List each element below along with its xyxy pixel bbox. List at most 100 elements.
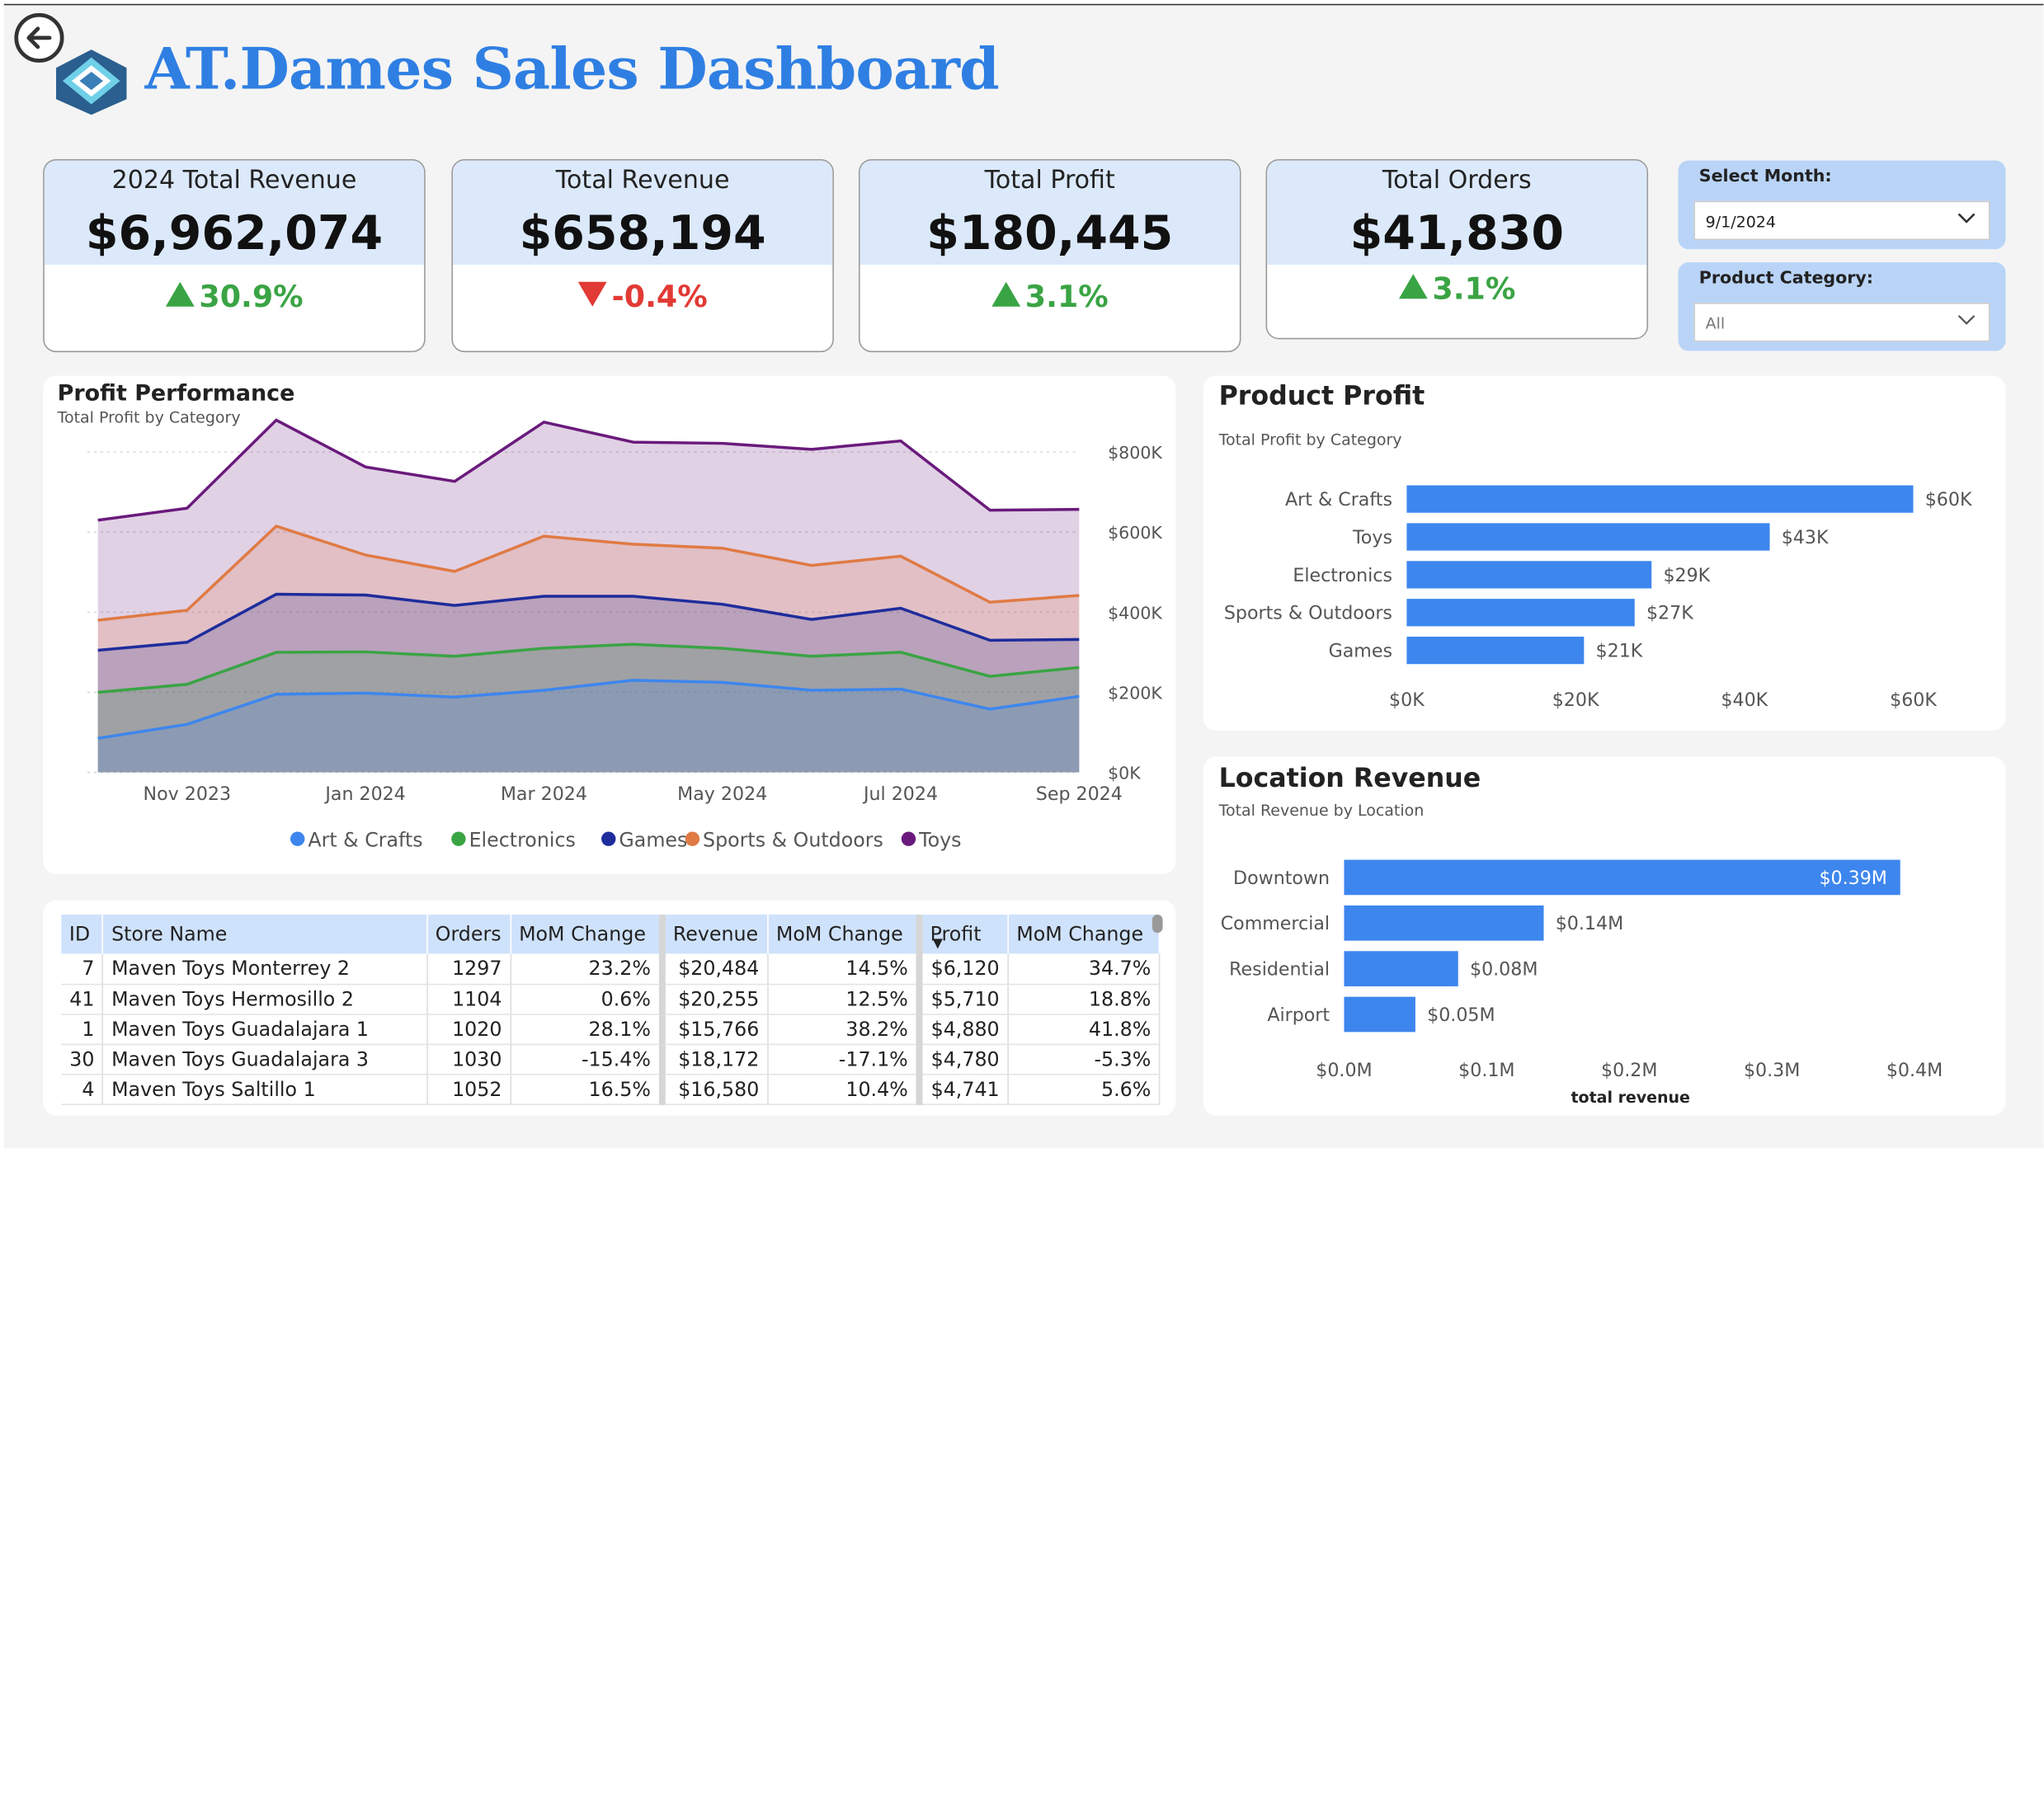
category-label: Sports & Outdoors xyxy=(1224,603,1392,624)
table-cell: $4,780 xyxy=(919,1043,1009,1075)
product-profit-bar-chart: Art & Crafts $60K Toys $43K Electronics $29K S… xyxy=(1224,485,1972,711)
kpi-value: $180,445 xyxy=(926,207,1174,261)
category-dropdown[interactable]: All xyxy=(1693,303,1990,342)
column-header-orders[interactable]: Orders xyxy=(426,914,511,954)
month-slicer-label: Select Month: xyxy=(1698,167,1832,187)
x-tick-label: $0.1M xyxy=(1458,1060,1514,1081)
x-tick-label: Mar 2024 xyxy=(501,783,587,805)
table-row[interactable]: 1 Maven Toys Guadalajara 1 1020 28.1% $15,76… xyxy=(61,1014,1161,1045)
kpi-change: 3.1% xyxy=(860,280,1240,314)
table-cell: $15,766 xyxy=(662,1014,769,1045)
column-header-profit[interactable]: Profit ▼ xyxy=(919,914,1009,954)
table-row[interactable]: 7 Maven Toys Monterrey 2 1297 23.2% $20,484 1… xyxy=(61,953,1161,985)
month-dropdown[interactable]: 9/1/2024 xyxy=(1693,200,1990,241)
column-header-profit-mom[interactable]: MoM Change xyxy=(1007,914,1161,954)
table-cell: Maven Toys Hermosillo 2 xyxy=(102,983,428,1015)
table-cell: $4,880 xyxy=(919,1014,1009,1045)
legend-label: Toys xyxy=(918,829,961,852)
table-cell: 10.4% xyxy=(767,1073,923,1105)
table-cell: 16.5% xyxy=(510,1073,666,1105)
legend-label: Sports & Outdoors xyxy=(703,829,883,852)
table-cell: Maven Toys Saltillo 1 xyxy=(102,1073,428,1105)
kpi-value: $41,830 xyxy=(1349,207,1565,261)
table-cell: -5.3% xyxy=(1007,1043,1161,1075)
column-header-revenue[interactable]: Revenue xyxy=(662,914,769,954)
table-cell: 1104 xyxy=(426,983,511,1015)
table-cell: $20,484 xyxy=(662,953,769,985)
bar[interactable] xyxy=(1406,637,1585,665)
table-header-row: ID Store Name Orders MoM Change Revenue … xyxy=(61,914,1161,954)
bar[interactable] xyxy=(1344,859,1900,896)
dashboard-canvas: AT.Dames Sales Dashboard 2024 Total Reve… xyxy=(3,3,2044,1149)
table-cell: $6,120 xyxy=(919,953,1009,985)
column-header-store-name[interactable]: Store Name xyxy=(102,914,428,954)
x-tick-label: $0.2M xyxy=(1601,1060,1657,1081)
data-label: $27K xyxy=(1646,603,1693,624)
legend-marker xyxy=(685,831,700,846)
profit-performance-card: Profit Performance Total Profit by Categ… xyxy=(43,375,1176,874)
column-header-revenue-mom[interactable]: MoM Change xyxy=(767,914,923,954)
bar[interactable] xyxy=(1344,905,1544,941)
legend-item-1[interactable]: Electronics xyxy=(451,829,576,852)
table-cell: $18,172 xyxy=(662,1043,769,1075)
data-label: $0.08M xyxy=(1470,959,1538,981)
category-label: Commercial xyxy=(1221,913,1330,934)
data-label: $0.05M xyxy=(1427,1004,1495,1026)
kpi-label: 2024 Total Revenue xyxy=(111,165,357,195)
bar[interactable] xyxy=(1406,561,1652,589)
x-tick-label: $0.3M xyxy=(1744,1060,1800,1081)
up-triangle-icon xyxy=(1398,274,1428,299)
column-header-id[interactable]: ID xyxy=(61,914,104,954)
category-label: Airport xyxy=(1267,1004,1330,1026)
table-cell: 30 xyxy=(61,1043,104,1075)
table-cell: 14.5% xyxy=(767,953,923,985)
legend-label: Electronics xyxy=(469,829,576,852)
kpi-change: -0.4% xyxy=(453,280,832,314)
table-row[interactable]: 41 Maven Toys Hermosillo 2 1104 0.6% $20,255… xyxy=(61,983,1161,1015)
x-tick-label: $0.4M xyxy=(1886,1060,1943,1081)
bar[interactable] xyxy=(1406,523,1770,551)
table-cell: 7 xyxy=(61,953,104,985)
x-tick-label: $60K xyxy=(1890,689,1937,711)
bar[interactable] xyxy=(1406,599,1635,627)
table-cell: 12.5% xyxy=(767,983,923,1015)
y-tick-label: $0K xyxy=(1108,763,1141,783)
kpi-label: Total Orders xyxy=(1382,165,1532,195)
table-row[interactable]: 4 Maven Toys Saltillo 1 1052 16.5% $16,580 10… xyxy=(61,1073,1161,1105)
bar[interactable] xyxy=(1344,951,1458,986)
bar[interactable] xyxy=(1344,996,1415,1033)
table-cell: 1052 xyxy=(426,1073,511,1105)
category-label: Electronics xyxy=(1293,565,1392,586)
product-profit-card: Product Profit Total Profit by Category … xyxy=(1203,375,2006,731)
bar[interactable] xyxy=(1406,485,1914,513)
legend-item-3[interactable]: Sports & Outdoors xyxy=(685,829,883,852)
legend-item-2[interactable]: Games xyxy=(601,829,687,852)
table-scrollbar[interactable] xyxy=(1152,914,1163,934)
category-label: Toys xyxy=(1352,527,1392,548)
table-cell: 41.8% xyxy=(1007,1014,1161,1045)
table-cell: 1 xyxy=(61,1014,104,1045)
table-cell: -17.1% xyxy=(767,1043,923,1075)
month-slicer: Select Month: 9/1/2024 xyxy=(1678,160,2006,250)
kpi-card-total-profit: Total Profit $180,445 3.1% xyxy=(858,159,1241,353)
table-row[interactable]: 30 Maven Toys Guadalajara 3 1030 -15.4% $18,… xyxy=(61,1043,1161,1075)
x-tick-label: $20K xyxy=(1552,689,1599,711)
table-cell: 28.1% xyxy=(510,1014,666,1045)
legend-marker xyxy=(901,831,916,846)
table-cell: $4,741 xyxy=(919,1073,1009,1105)
x-tick-label: Nov 2023 xyxy=(144,783,232,805)
legend-item-0[interactable]: Art & Crafts xyxy=(290,829,423,852)
column-header-orders-mom[interactable]: MoM Change xyxy=(510,914,666,954)
up-triangle-icon xyxy=(991,281,1020,307)
table-cell: Maven Toys Monterrey 2 xyxy=(102,953,428,985)
legend-item-4[interactable]: Toys xyxy=(901,829,962,852)
table-cell: 18.8% xyxy=(1007,983,1161,1015)
category-slicer: Product Category: All xyxy=(1678,261,2006,351)
table-cell: 34.7% xyxy=(1007,953,1161,985)
table-cell: 4 xyxy=(61,1073,104,1105)
x-tick-label: $40K xyxy=(1721,689,1768,711)
table-cell: 38.2% xyxy=(767,1014,923,1045)
page-title: AT.Dames Sales Dashboard xyxy=(144,36,1000,103)
data-label: $29K xyxy=(1663,565,1710,586)
location-revenue-bar-chart: Downtown $0.39M Commercial $0.14M Residentia… xyxy=(1221,859,1943,1107)
